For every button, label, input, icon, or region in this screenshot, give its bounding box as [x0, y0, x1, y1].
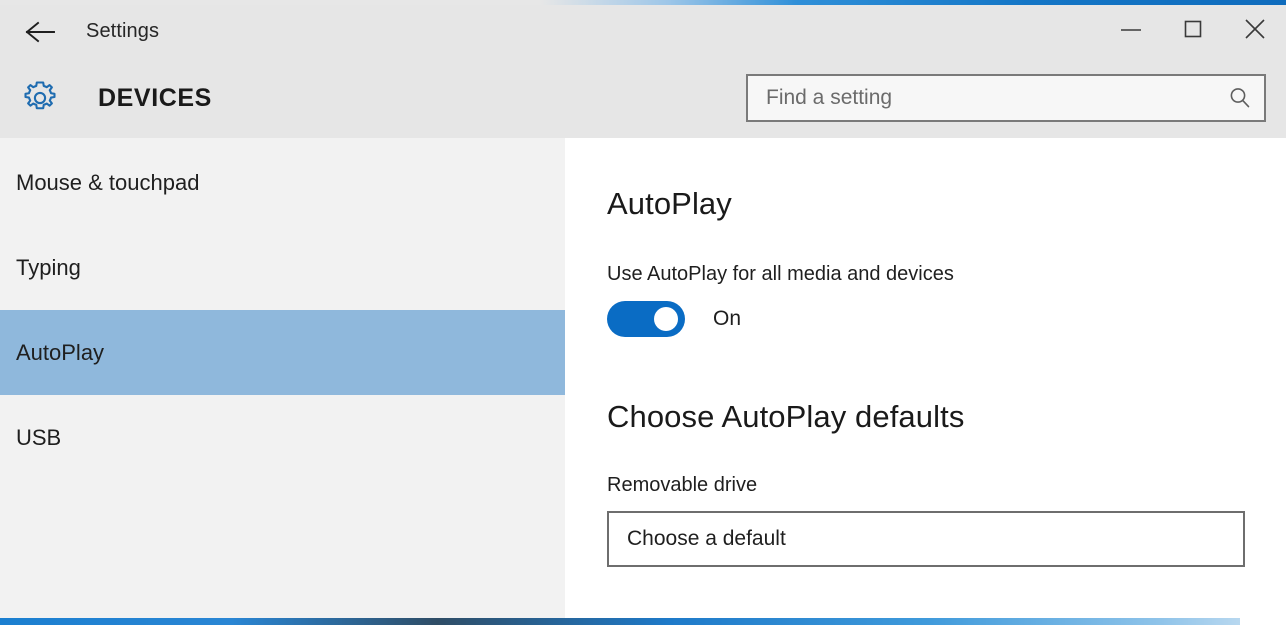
search-input[interactable] — [748, 76, 1216, 120]
maximize-icon — [1183, 19, 1203, 44]
sidebar-item-label: AutoPlay — [16, 339, 105, 365]
gear-icon — [16, 74, 64, 122]
autoplay-toggle-row: On — [607, 301, 1286, 337]
content-pane: AutoPlay Use AutoPlay for all media and … — [565, 138, 1286, 618]
page-header: DEVICES — [0, 58, 1286, 138]
removable-drive-label: Removable drive — [607, 474, 758, 496]
sidebar-item-mouse-touchpad[interactable]: Mouse & touchpad — [0, 140, 565, 225]
removable-drive-value: Choose a default — [627, 527, 786, 550]
sidebar-nav: Mouse & touchpad Typing AutoPlay USB — [0, 138, 565, 618]
sidebar-item-typing[interactable]: Typing — [0, 225, 565, 310]
back-button[interactable] — [12, 9, 68, 55]
autoplay-toggle-label: Use AutoPlay for all media and devices — [607, 263, 954, 285]
section-title: AutoPlay — [607, 186, 732, 221]
sidebar-item-autoplay[interactable]: AutoPlay — [0, 310, 565, 395]
bottom-accent-gap — [1240, 618, 1286, 625]
close-button[interactable] — [1224, 5, 1286, 58]
autoplay-toggle[interactable] — [607, 301, 685, 337]
sidebar-item-label: USB — [16, 424, 62, 450]
sidebar-item-usb[interactable]: USB — [0, 395, 565, 480]
close-icon — [1244, 18, 1266, 45]
back-arrow-icon — [25, 21, 55, 43]
body-split: Mouse & touchpad Typing AutoPlay USB Aut… — [0, 138, 1286, 618]
settings-window: Settings DEVICES Find a setting Mouse & … — [0, 0, 1286, 625]
removable-drive-dropdown[interactable]: Choose a default — [607, 511, 1245, 567]
autoplay-toggle-state: On — [713, 307, 742, 330]
caption-buttons — [1100, 5, 1286, 58]
minimize-button[interactable] — [1100, 5, 1162, 58]
sidebar-item-label: Typing — [16, 254, 81, 280]
search-icon[interactable] — [1216, 76, 1264, 120]
search-box[interactable] — [746, 74, 1266, 122]
maximize-button[interactable] — [1162, 5, 1224, 58]
sidebar-item-label: Mouse & touchpad — [16, 169, 200, 195]
title-bar: Settings — [0, 5, 1286, 58]
bottom-accent-bar — [0, 618, 1286, 625]
toggle-knob — [654, 307, 678, 331]
defaults-section-title: Choose AutoPlay defaults — [607, 399, 965, 434]
page-title: DEVICES — [98, 83, 212, 112]
window-title: Settings — [86, 20, 160, 42]
minimize-icon — [1120, 23, 1142, 41]
